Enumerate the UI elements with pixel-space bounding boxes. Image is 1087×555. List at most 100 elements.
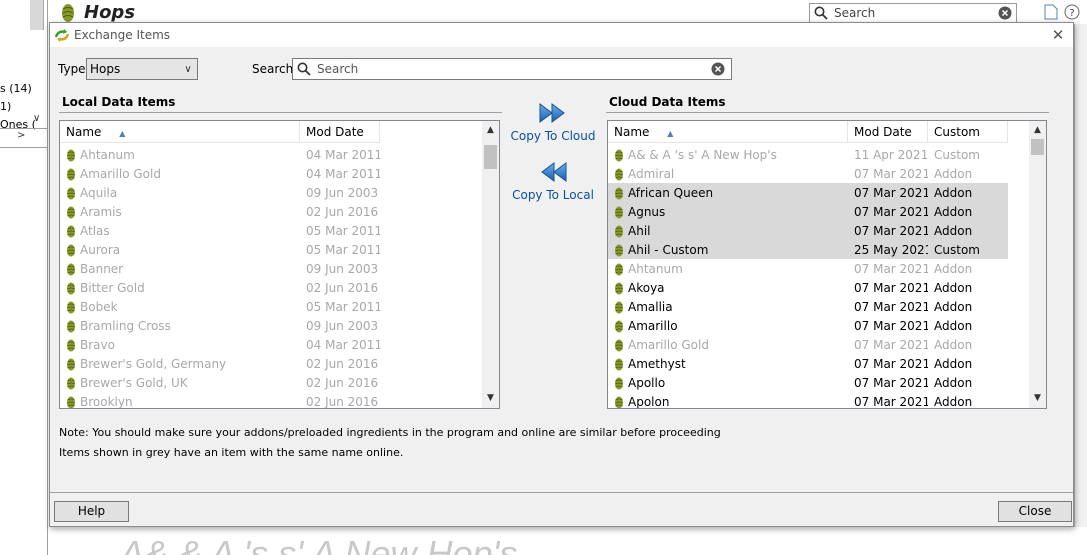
- hop-icon: [615, 339, 623, 351]
- copy-to-cloud-button[interactable]: Copy To Cloud: [503, 101, 603, 143]
- list-item[interactable]: Brewer's Gold, Germany 02 Jun 2016: [60, 354, 480, 373]
- local-col-name[interactable]: Name ▲: [60, 121, 300, 143]
- item-custom-type: Addon: [934, 166, 973, 181]
- type-select[interactable]: Hops ∨: [86, 58, 198, 80]
- local-list-scrollbar[interactable]: ▲ ▼: [482, 121, 499, 408]
- list-item[interactable]: Bravo 04 Mar 2011: [60, 335, 480, 354]
- chevron-right-icon[interactable]: >: [17, 130, 25, 141]
- item-custom-type: Addon: [934, 318, 973, 333]
- help-icon[interactable]: ?: [1064, 4, 1080, 20]
- item-mod-date: 07 Mar 2021: [854, 261, 928, 276]
- item-name: Ahtanum: [80, 147, 135, 162]
- background-list-item[interactable]: 1): [0, 100, 11, 113]
- cloud-data-list[interactable]: Name ▲ Mod Date Custom A& & A 's s' A Ne…: [607, 120, 1047, 409]
- help-button[interactable]: Help: [54, 501, 129, 522]
- chevron-down-icon: ∨: [184, 63, 192, 75]
- hop-icon: [615, 301, 623, 313]
- hop-icon: [615, 225, 623, 237]
- list-item[interactable]: Bramling Cross 09 Jun 2003: [60, 316, 480, 335]
- list-item[interactable]: Bobek 05 Mar 2011: [60, 297, 480, 316]
- item-custom-type: Addon: [934, 185, 973, 200]
- clear-icon[interactable]: [998, 6, 1012, 20]
- item-custom-type: Addon: [934, 299, 973, 314]
- list-item[interactable]: Aquila 09 Jun 2003: [60, 183, 480, 202]
- document-icon[interactable]: [1044, 4, 1058, 20]
- list-item[interactable]: Apollo 07 Mar 2021 Addon: [608, 373, 1008, 392]
- item-mod-date: 04 Mar 2011: [306, 147, 380, 162]
- background-divider: [0, 128, 48, 129]
- svg-text:?: ?: [1069, 8, 1074, 19]
- list-item[interactable]: Brooklyn 02 Jun 2016: [60, 392, 480, 408]
- item-mod-date: 05 Mar 2011: [306, 223, 380, 238]
- list-item[interactable]: A& & A 's s' A New Hop's 11 Apr 2021 Custo…: [608, 145, 1008, 164]
- background-list-item[interactable]: s (14): [0, 82, 32, 95]
- column-header-name: Name: [614, 124, 650, 139]
- clear-icon[interactable]: [711, 62, 725, 76]
- scroll-down-icon[interactable]: ▼: [1029, 390, 1046, 407]
- item-name: Bravo: [80, 337, 115, 352]
- list-item[interactable]: Admiral 07 Mar 2021 Addon: [608, 164, 1008, 183]
- sort-ascending-icon: ▲: [119, 128, 126, 138]
- column-header-date: Mod Date: [854, 124, 912, 139]
- item-custom-type: Addon: [934, 204, 973, 219]
- list-item[interactable]: Agnus 07 Mar 2021 Addon: [608, 202, 1008, 221]
- item-mod-date: 04 Mar 2011: [306, 166, 380, 181]
- hop-icon: [67, 282, 75, 294]
- cloud-col-name[interactable]: Name ▲: [608, 121, 848, 143]
- background-search-input[interactable]: Search: [809, 3, 1017, 23]
- list-item[interactable]: Atlas 05 Mar 2011: [60, 221, 480, 240]
- local-col-date[interactable]: Mod Date: [300, 121, 380, 143]
- list-item[interactable]: Ahtanum 04 Mar 2011: [60, 145, 480, 164]
- list-item[interactable]: Banner 09 Jun 2003: [60, 259, 480, 278]
- list-item[interactable]: Amarillo Gold 07 Mar 2021 Addon: [608, 335, 1008, 354]
- list-item[interactable]: African Queen 07 Mar 2021 Addon: [608, 183, 1008, 202]
- scroll-thumb[interactable]: [484, 145, 497, 169]
- hop-icon: [67, 187, 75, 199]
- column-header-name: Name: [66, 124, 102, 139]
- list-item[interactable]: Aurora 05 Mar 2011: [60, 240, 480, 259]
- list-item[interactable]: Amarillo Gold 04 Mar 2011: [60, 164, 480, 183]
- column-header-custom: Custom: [934, 124, 980, 139]
- fast-forward-icon: [539, 103, 565, 123]
- cloud-list-scrollbar[interactable]: ▲ ▼: [1029, 121, 1046, 408]
- list-item[interactable]: Amethyst 07 Mar 2021 Addon: [608, 354, 1008, 373]
- scroll-up-icon[interactable]: ▲: [482, 122, 499, 139]
- list-item[interactable]: Ahil 07 Mar 2021 Addon: [608, 221, 1008, 240]
- close-button[interactable]: Close: [998, 501, 1072, 522]
- hop-icon: [67, 168, 75, 180]
- list-item[interactable]: Brewer's Gold, UK 02 Jun 2016: [60, 373, 480, 392]
- hop-icon: [67, 339, 75, 351]
- item-mod-date: 05 Mar 2011: [306, 242, 380, 257]
- local-list-header: Name ▲ Mod Date: [60, 121, 380, 143]
- hop-icon: [615, 187, 623, 199]
- item-name: Brewer's Gold, UK: [80, 375, 188, 390]
- list-item[interactable]: Ahtanum 07 Mar 2021 Addon: [608, 259, 1008, 278]
- list-item[interactable]: Apolon 07 Mar 2021 Addon: [608, 392, 1008, 409]
- search-icon: [814, 6, 828, 20]
- list-item[interactable]: Aramis 02 Jun 2016: [60, 202, 480, 221]
- list-item[interactable]: Ahil - Custom 25 May 2021 Custom: [608, 240, 1008, 259]
- type-label: Type: [58, 62, 86, 76]
- item-mod-date: 02 Jun 2016: [306, 280, 379, 295]
- chevron-down-icon[interactable]: ∨: [33, 113, 40, 124]
- search-input[interactable]: Search: [292, 58, 732, 80]
- local-data-list[interactable]: Name ▲ Mod Date Ahtanum 04 Mar 2011 Amaril…: [59, 120, 500, 409]
- scroll-up-icon[interactable]: ▲: [1029, 122, 1046, 139]
- local-data-items-label: Local Data Items: [62, 95, 176, 109]
- cloud-col-date[interactable]: Mod Date: [848, 121, 928, 143]
- item-mod-date: 07 Mar 2021: [854, 394, 928, 409]
- copy-to-local-button[interactable]: Copy To Local: [503, 160, 603, 202]
- list-item[interactable]: Amarillo 07 Mar 2021 Addon: [608, 316, 1008, 335]
- cloud-col-custom[interactable]: Custom: [928, 121, 1008, 143]
- background-scrollbar[interactable]: [30, 0, 44, 30]
- scroll-down-icon[interactable]: ▼: [482, 390, 499, 407]
- list-item[interactable]: Bitter Gold 02 Jun 2016: [60, 278, 480, 297]
- close-icon[interactable]: ✕: [1049, 26, 1067, 44]
- search-label: Search: [252, 62, 294, 76]
- hop-icon: [67, 358, 75, 370]
- item-name: Ahil: [628, 223, 651, 238]
- list-item[interactable]: Akoya 07 Mar 2021 Addon: [608, 278, 1008, 297]
- scroll-thumb[interactable]: [1031, 139, 1044, 155]
- list-item[interactable]: Amallia 07 Mar 2021 Addon: [608, 297, 1008, 316]
- item-name: Ahil - Custom: [628, 242, 709, 257]
